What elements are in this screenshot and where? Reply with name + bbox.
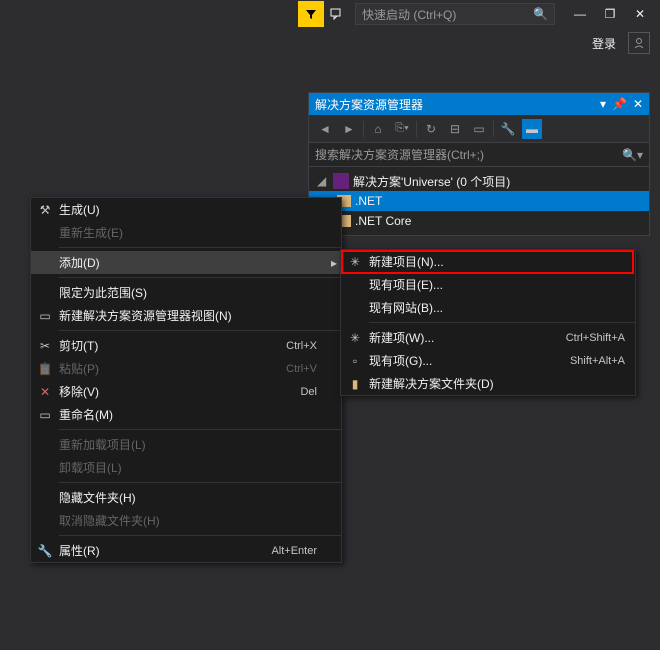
menu-separator [59,277,341,278]
menu-hidefolder[interactable]: 隐藏文件夹(H) [31,486,341,509]
build-icon: ⚒ [40,203,51,217]
feedback-icon[interactable] [324,1,350,27]
context-menu-main: ⚒生成(U) 重新生成(E) 添加(D)▸ 限定为此范围(S) ▭新建解决方案资… [30,197,342,563]
tree-row-net[interactable]: .NET [309,191,649,211]
panel-title-bar[interactable]: 解决方案资源管理器 ▾ 📌 ✕ [309,93,649,115]
paste-icon: 📋 [38,362,53,376]
titlebar: 快速启动 (Ctrl+Q) 🔍 — ❐ ✕ [0,0,660,28]
menu-remove[interactable]: ✕移除(V)Del [31,380,341,403]
remove-icon: ✕ [40,385,50,399]
minimize-button[interactable]: — [565,3,595,25]
preview-icon[interactable]: ▬ [522,119,542,139]
forward-icon[interactable]: ► [339,119,359,139]
menu-separator [59,535,341,536]
panel-title-text: 解决方案资源管理器 [315,96,423,113]
menu-exist-project[interactable]: 现有项目(E)... [341,273,635,296]
new-project-icon: ✳ [350,255,360,269]
menu-unload: 卸载项目(L) [31,456,341,479]
menu-new-item[interactable]: ✳新建项(W)...Ctrl+Shift+A [341,326,635,349]
menu-newview[interactable]: ▭新建解决方案资源管理器视图(N) [31,304,341,327]
new-folder-icon: ▮ [352,377,359,391]
dropdown-icon[interactable]: ▾ [600,97,606,111]
panel-toolbar: ◄ ► ⌂ ⎘▾ ↻ ⊟ ▭ 🔧 ▬ [309,115,649,143]
restore-button[interactable]: ❐ [595,3,625,25]
rename-icon: ▭ [39,408,50,422]
quick-launch-placeholder: 快速启动 (Ctrl+Q) [362,6,456,23]
expand-icon[interactable]: ◢ [317,174,329,188]
search-icon: 🔍▾ [622,148,643,162]
menu-scope[interactable]: 限定为此范围(S) [31,281,341,304]
panel-close-icon[interactable]: ✕ [633,97,643,111]
menu-add[interactable]: 添加(D)▸ [31,251,341,274]
menu-properties[interactable]: 🔧属性(R)Alt+Enter [31,539,341,562]
properties-icon[interactable]: 🔧 [498,119,518,139]
menu-separator [59,482,341,483]
tree-label: .NET [355,194,382,208]
menu-reload: 重新加载项目(L) [31,433,341,456]
menu-unhidefolder: 取消隐藏文件夹(H) [31,509,341,532]
filter-icon[interactable] [298,1,324,27]
menu-paste: 📋粘贴(P)Ctrl+V [31,357,341,380]
context-menu-add: ✳新建项目(N)... 现有项目(E)... 现有网站(B)... ✳新建项(W… [340,249,636,396]
menu-new-project[interactable]: ✳新建项目(N)... [341,250,635,273]
home-icon[interactable]: ⌂ [368,119,388,139]
sync-icon[interactable]: ⎘▾ [392,119,412,139]
solution-tree: ◢ 解决方案'Universe' (0 个项目) .NET .NET Core [309,167,649,235]
menu-separator [369,322,635,323]
refresh-icon[interactable]: ↻ [421,119,441,139]
window-controls: — ❐ ✕ [565,3,655,25]
search-placeholder: 搜索解决方案资源管理器(Ctrl+;) [315,146,484,163]
menu-exist-item[interactable]: ▫现有项(G)...Shift+Alt+A [341,349,635,372]
newview-icon: ▭ [39,309,50,323]
tree-row-solution[interactable]: ◢ 解决方案'Universe' (0 个项目) [309,171,649,191]
menu-separator [59,429,341,430]
cut-icon: ✂ [40,339,50,353]
back-icon[interactable]: ◄ [315,119,335,139]
menu-exist-site[interactable]: 现有网站(B)... [341,296,635,319]
solution-explorer-panel: 解决方案资源管理器 ▾ 📌 ✕ ◄ ► ⌂ ⎘▾ ↻ ⊟ ▭ 🔧 ▬ 搜索解决方… [308,92,650,236]
chevron-right-icon: ▸ [327,256,341,270]
avatar-icon[interactable] [628,32,650,54]
menu-rename[interactable]: ▭重命名(M) [31,403,341,426]
exist-item-icon: ▫ [353,354,357,368]
menu-build[interactable]: ⚒生成(U) [31,198,341,221]
menu-cut[interactable]: ✂剪切(T)Ctrl+X [31,334,341,357]
search-icon: 🔍 [533,7,548,22]
pin-icon[interactable]: 📌 [612,97,627,111]
tree-label: .NET Core [355,214,411,228]
solution-icon [333,173,349,189]
search-solution-input[interactable]: 搜索解决方案资源管理器(Ctrl+;) 🔍▾ [309,143,649,167]
menu-rebuild: 重新生成(E) [31,221,341,244]
close-button[interactable]: ✕ [625,3,655,25]
collapse-icon[interactable]: ⊟ [445,119,465,139]
showall-icon[interactable]: ▭ [469,119,489,139]
login-row: 登录 [0,28,660,58]
wrench-icon: 🔧 [38,544,53,558]
menu-new-folder[interactable]: ▮新建解决方案文件夹(D) [341,372,635,395]
new-item-icon: ✳ [350,331,360,345]
tree-label: 解决方案'Universe' (0 个项目) [353,173,510,190]
quick-launch-input[interactable]: 快速启动 (Ctrl+Q) 🔍 [355,3,555,25]
menu-separator [59,247,341,248]
tree-row-netcore[interactable]: .NET Core [309,211,649,231]
login-link[interactable]: 登录 [592,35,616,52]
menu-separator [59,330,341,331]
